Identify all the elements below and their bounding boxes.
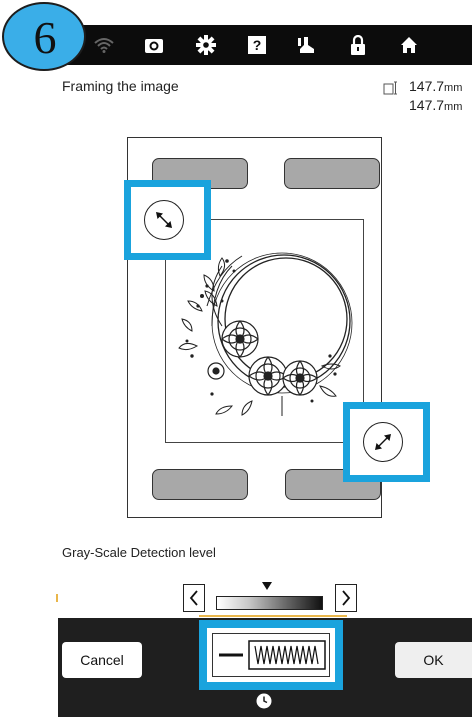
- bottom-left-pad[interactable]: [152, 469, 248, 500]
- page-title: Framing the image: [62, 78, 179, 94]
- chevron-left-icon: [189, 590, 198, 606]
- top-right-pad[interactable]: [284, 158, 380, 189]
- divider-line: [199, 615, 347, 617]
- gray-scale-increase-button[interactable]: [335, 584, 357, 612]
- clock-icon: [256, 693, 272, 709]
- cancel-button[interactable]: Cancel: [62, 642, 142, 678]
- wifi-icon[interactable]: [86, 25, 122, 65]
- top-left-handle-highlight: [124, 180, 211, 260]
- stitch-type-highlight: [199, 620, 343, 690]
- step-badge: 6: [2, 2, 86, 71]
- gray-scale-slider[interactable]: [216, 596, 323, 610]
- dimension-height: 147.7mm: [409, 97, 463, 113]
- gear-icon[interactable]: [188, 25, 224, 65]
- top-toolbar: ?: [58, 25, 472, 65]
- chevron-right-icon: [342, 590, 351, 606]
- gray-scale-label: Gray-Scale Detection level: [62, 545, 216, 560]
- dimension-width: 147.7mm: [409, 78, 463, 94]
- dimension-icon: [383, 81, 397, 95]
- wreath-image: [172, 236, 362, 426]
- camera-icon[interactable]: [136, 25, 172, 65]
- top-left-resize-handle[interactable]: [144, 200, 184, 240]
- presser-foot-icon[interactable]: [289, 25, 325, 65]
- lock-icon[interactable]: [340, 25, 376, 65]
- zigzag-stitch-icon: [219, 640, 326, 670]
- bottom-right-handle-highlight: [343, 402, 430, 482]
- bottom-right-resize-handle[interactable]: [363, 422, 403, 462]
- stitch-type-button[interactable]: [212, 633, 330, 677]
- svg-text:?: ?: [253, 37, 262, 53]
- gray-scale-decrease-button[interactable]: [183, 584, 205, 612]
- ok-button[interactable]: OK: [395, 642, 472, 678]
- divider-mark: [56, 594, 58, 602]
- gray-scale-marker[interactable]: [262, 582, 272, 590]
- diagonal-resize-icon: [156, 212, 172, 228]
- step-number: 6: [33, 11, 57, 63]
- help-icon[interactable]: ?: [239, 25, 275, 65]
- diagonal-resize-icon: [375, 434, 391, 450]
- home-icon[interactable]: [391, 25, 427, 65]
